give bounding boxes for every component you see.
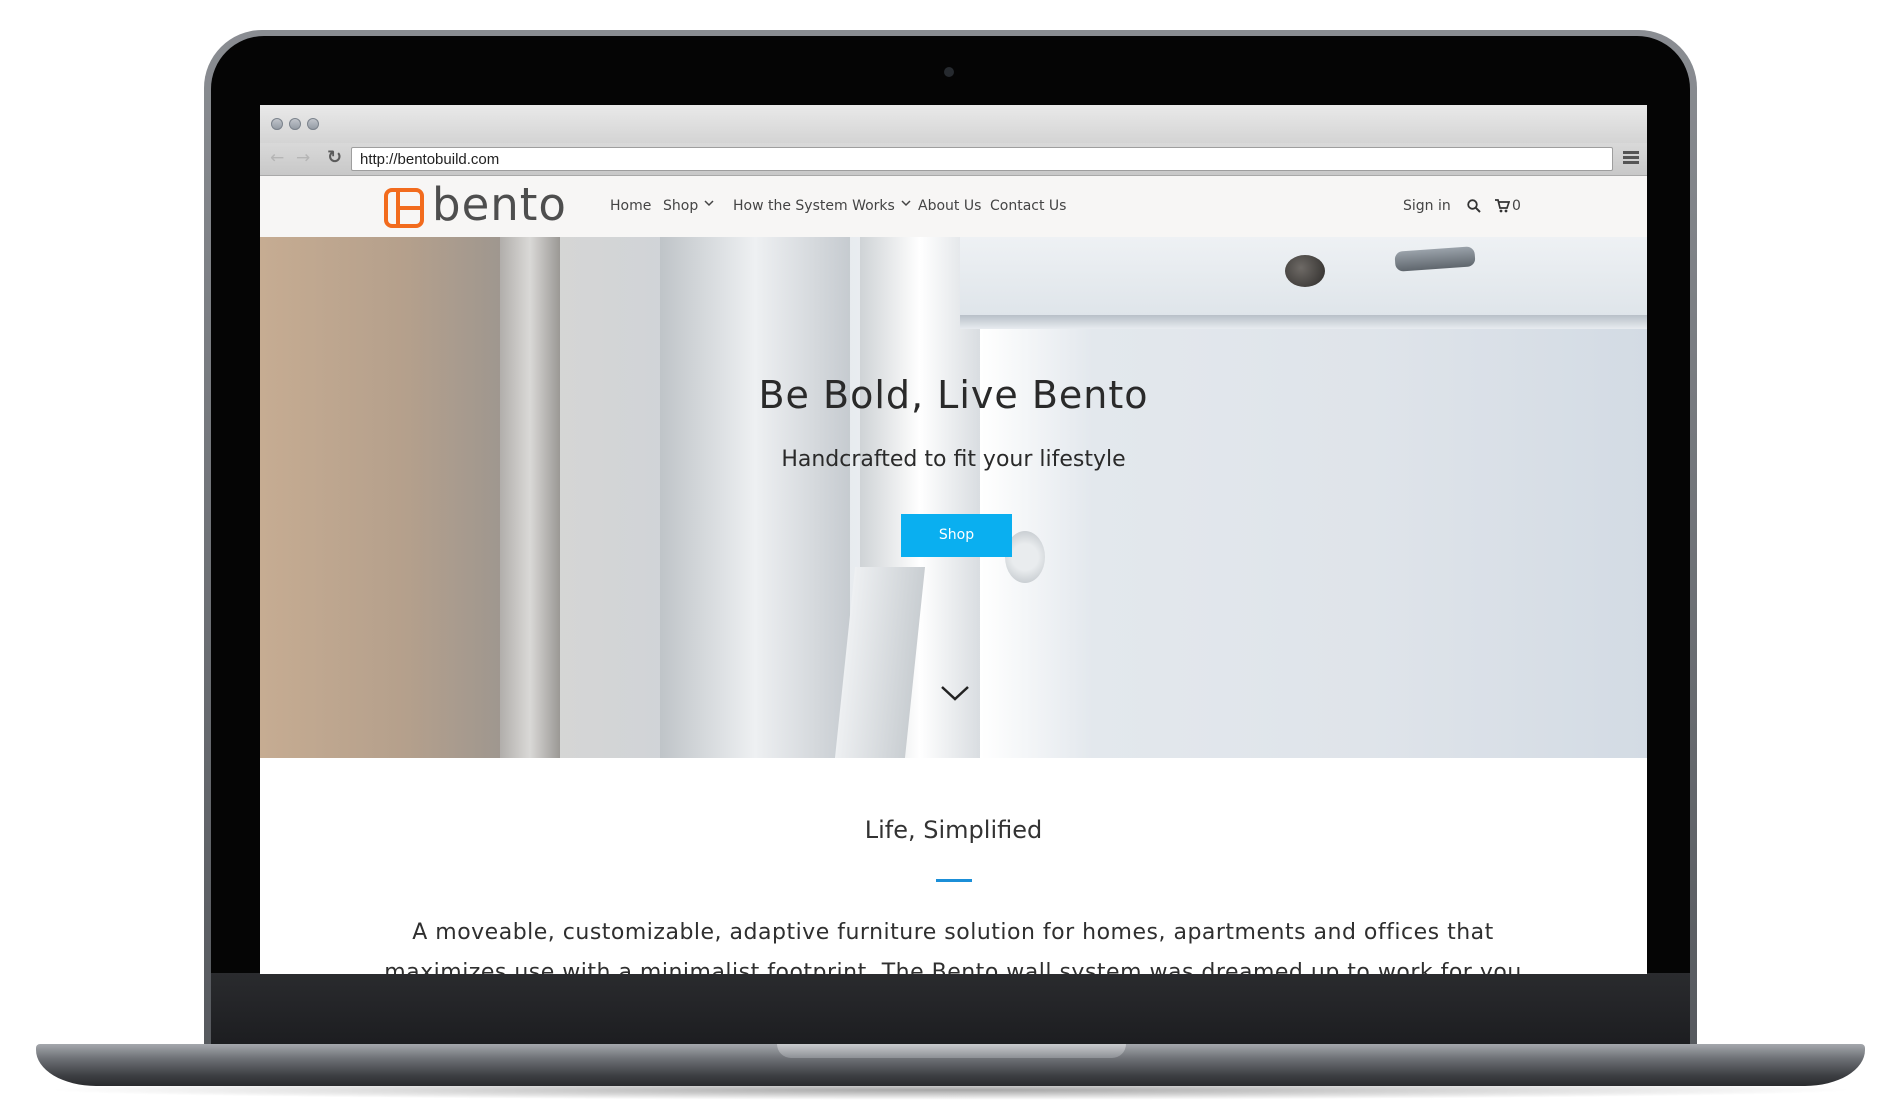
cart-count: 0 xyxy=(1512,198,1521,214)
nav-how-it-works-label: How the System Works xyxy=(733,198,895,214)
section-title: Life, Simplified xyxy=(864,816,1043,844)
hero-title: Be Bold, Live Bento xyxy=(758,373,1149,417)
hero-background-rail-edge xyxy=(960,315,1647,329)
hero-banner: Be Bold, Live Bento Handcrafted to fit y… xyxy=(260,237,1647,758)
chevron-down-icon xyxy=(704,200,714,207)
logo-text[interactable]: bento xyxy=(432,176,567,234)
nav-about[interactable]: About Us xyxy=(918,196,981,216)
window-zoom-button[interactable] xyxy=(307,118,319,130)
logo-icon[interactable] xyxy=(384,188,424,228)
nav-shop[interactable]: Shop xyxy=(663,196,714,216)
section-body: A moveable, customizable, adaptive furni… xyxy=(384,920,1522,974)
hero-background-panel xyxy=(660,237,850,758)
browser-toolbar: ← → ↻ http://bentobuild.com xyxy=(260,143,1647,176)
address-bar[interactable]: http://bentobuild.com xyxy=(351,147,1613,171)
hero-shop-button[interactable]: Shop xyxy=(901,514,1012,557)
hero-background-shelf xyxy=(500,237,560,758)
window-minimize-button[interactable] xyxy=(289,118,301,130)
hamburger-icon[interactable] xyxy=(1623,151,1639,165)
cart-icon[interactable] xyxy=(1495,199,1510,213)
site-header: bento Home Shop How the System Works Abo… xyxy=(260,176,1647,237)
reload-icon[interactable]: ↻ xyxy=(327,147,342,169)
chevron-down-icon xyxy=(901,200,911,207)
window-close-button[interactable] xyxy=(271,118,283,130)
arrow-right-icon[interactable]: → xyxy=(296,148,310,168)
screen: ← → ↻ http://bentobuild.com bento Home S… xyxy=(260,105,1647,974)
nav-contact[interactable]: Contact Us xyxy=(990,196,1066,216)
nav-how-it-works[interactable]: How the System Works xyxy=(733,196,911,216)
hero-background-knob xyxy=(1285,255,1325,287)
nav-home[interactable]: Home xyxy=(610,196,651,216)
chevron-down-icon[interactable] xyxy=(939,683,971,703)
camera-dot xyxy=(944,67,954,77)
nav-shop-label: Shop xyxy=(663,198,699,214)
search-icon[interactable] xyxy=(1467,199,1481,213)
laptop-notch xyxy=(777,1044,1126,1058)
sign-in-link[interactable]: Sign in xyxy=(1403,196,1451,216)
browser-titlebar xyxy=(260,105,1647,143)
section-divider xyxy=(936,879,972,882)
arrow-left-icon[interactable]: ← xyxy=(270,148,284,168)
hero-background-wall xyxy=(260,237,500,758)
url-text: http://bentobuild.com xyxy=(360,151,500,168)
laptop-chin xyxy=(211,973,1690,1046)
hero-subtitle: Handcrafted to fit your lifestyle xyxy=(781,447,1126,472)
